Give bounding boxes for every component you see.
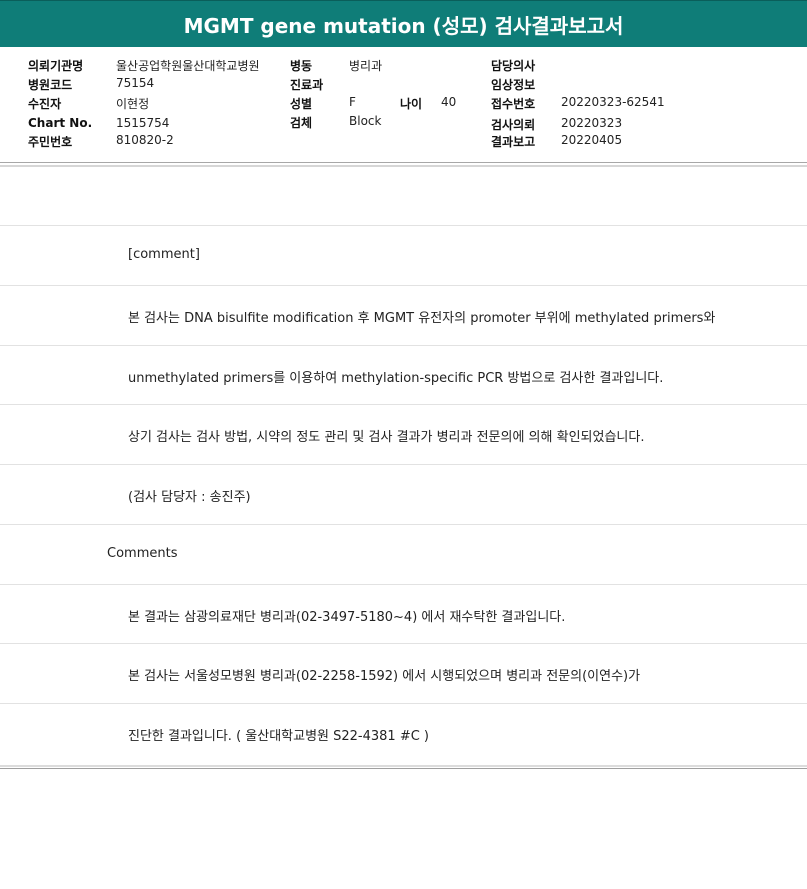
row-divider [0,285,807,286]
sex-label: 성별 [290,97,313,111]
footer-divider-shadow [0,768,807,769]
row-divider [0,464,807,465]
ward-label: 병동 [290,59,313,73]
hospital-code-value: 75154 [116,76,155,90]
row-divider [0,225,807,226]
specimen-label: 검체 [290,116,313,130]
report-date-label: 결과보고 [491,135,536,149]
report-title: MGMT gene mutation (성모) 검사결과보고서 [0,0,807,47]
row-divider [0,404,807,405]
specimen-value: Block [349,114,382,128]
institution-value: 울산공업학원울산대학교병원 [116,59,260,73]
age-value: 40 [441,95,457,109]
row-divider [0,584,807,585]
report-line-method-2: unmethylated primers를 이용하여 methylation-s… [128,371,664,386]
report-line-qc: 상기 검사는 검사 방법, 시약의 정도 관리 및 검사 결과가 병리과 전문의… [128,430,645,445]
report-line-performed-2: 진단한 결과입니다. ( 울산대학교병원 S22-4381 #C ) [128,729,430,744]
receipt-no-label: 접수번호 [491,97,536,111]
recipient-value: 이현정 [116,97,150,111]
age-label: 나이 [400,97,423,111]
row-divider [0,703,807,704]
report-line-comments-heading: Comments [107,546,178,561]
hospital-code-label: 병원코드 [28,78,73,92]
institution-label: 의뢰기관명 [28,59,84,73]
resident-no-label: 주민번호 [28,135,73,149]
header-divider [0,162,807,163]
sex-value: F [349,95,356,109]
report-line-technician: (검사 담당자 : 송진주) [128,490,251,505]
resident-no-value: 810820-2 [116,133,174,147]
receipt-no-value: 20220323-62541 [561,95,665,109]
row-divider [0,643,807,644]
row-divider [0,524,807,525]
report-line-method-1: 본 검사는 DNA bisulfite modification 후 MGMT … [128,311,716,326]
chart-no-label: Chart No. [28,116,93,130]
header-divider-shadow [0,165,807,167]
department-label: 진료과 [290,78,324,92]
footer-divider [0,765,807,767]
clinical-info-label: 임상정보 [491,78,536,92]
report-line-comment-heading: [comment] [128,247,200,262]
doctor-label: 담당의사 [491,59,536,73]
ward-value: 병리과 [349,59,383,73]
request-date-value: 20220323 [561,116,623,130]
chart-no-value: 1515754 [116,116,170,130]
report-date-value: 20220405 [561,133,623,147]
report-line-performed-1: 본 검사는 서울성모병원 병리과(02-2258-1592) 에서 시행되었으며… [128,669,641,684]
recipient-label: 수진자 [28,97,62,111]
report-line-referral: 본 결과는 삼광의료재단 병리과(02-3497-5180~4) 에서 재수탁한… [128,610,566,625]
request-date-label: 검사의뢰 [491,118,536,132]
row-divider [0,345,807,346]
patient-info-section: 의뢰기관명 울산공업학원울산대학교병원 병원코드 75154 수진자 이현정 C… [0,52,807,162]
